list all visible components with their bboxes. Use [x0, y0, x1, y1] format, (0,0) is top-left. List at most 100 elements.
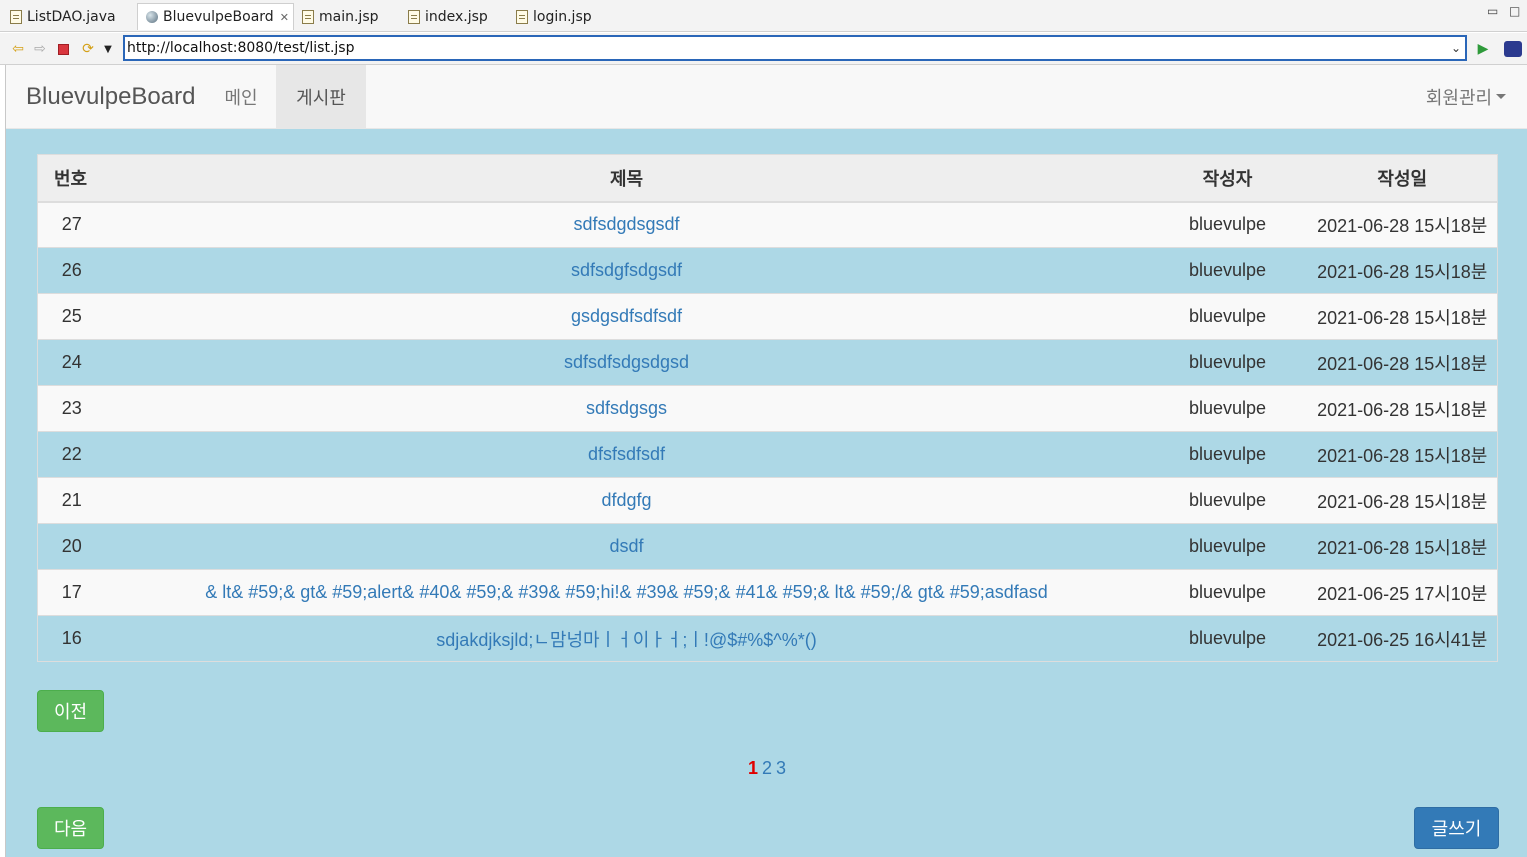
post-title-link[interactable]: dsdf	[609, 536, 643, 556]
table-row: 25 gsdgsdfsdfsdf bluevulpe 2021-06-28 15…	[37, 293, 1498, 340]
url-bar[interactable]: ⌄	[123, 35, 1467, 61]
globe-icon	[146, 11, 158, 23]
table-header-row: 번호 제목 작성자 작성일	[37, 154, 1498, 203]
post-title-link[interactable]: sdjakdjksjld;ㄴ맘넝마ㅣㅓ이ㅏㅓ;ㅣ!@$#%$^%*()	[436, 630, 816, 650]
post-title-link[interactable]: sdfsdgdsgsdf	[573, 214, 679, 234]
navbar-brand[interactable]: BluevulpeBoard	[26, 83, 195, 111]
cell-date: 2021-06-25 16시41분	[1307, 615, 1498, 662]
table-row: 20 dsdf bluevulpe 2021-06-28 15시18분	[37, 523, 1498, 570]
cell-date: 2021-06-28 15시18분	[1307, 293, 1498, 340]
col-header-no: 번호	[37, 154, 106, 203]
cell-title: & lt& #59;& gt& #59;alert& #40& #59;& #3…	[105, 569, 1148, 616]
table-row: 24 sdfsdfsdgsdgsd bluevulpe 2021-06-28 1…	[37, 339, 1498, 386]
tab-login-jsp[interactable]: login.jsp	[508, 3, 618, 30]
tab-listdao-java[interactable]: ListDAO.java	[2, 3, 136, 30]
cell-no: 20	[37, 523, 106, 570]
jsp-file-icon	[408, 9, 420, 24]
cell-no: 23	[37, 385, 106, 432]
member-menu-dropdown[interactable]: 회원관리	[1414, 65, 1518, 128]
cell-date: 2021-06-28 15시18분	[1307, 477, 1498, 524]
post-title-link[interactable]: gsdgsdfsdfsdf	[571, 306, 682, 326]
tab-bluevulpeboard[interactable]: BluevulpeBoard ✕	[137, 3, 294, 30]
post-title-link[interactable]: sdfsdfsdgsdgsd	[564, 352, 689, 372]
cell-date: 2021-06-28 15시18분	[1307, 339, 1498, 386]
post-title-link[interactable]: dfsfsdfsdf	[588, 444, 665, 464]
cell-title: sdfsdgfsdgsdf	[105, 247, 1148, 294]
cell-title: dsdf	[105, 523, 1148, 570]
tab-index-jsp[interactable]: index.jsp	[400, 3, 508, 30]
table-row: 23 sdfsdgsgs bluevulpe 2021-06-28 15시18분	[37, 385, 1498, 432]
cell-author: bluevulpe	[1147, 431, 1308, 478]
cell-no: 25	[37, 293, 106, 340]
url-input[interactable]	[125, 37, 1447, 59]
cell-no: 17	[37, 569, 106, 616]
refresh-icon[interactable]: ⟳	[78, 39, 98, 59]
table-row: 27 sdfsdgdsgsdf bluevulpe 2021-06-28 15시…	[37, 201, 1498, 248]
cell-title: sdfsdfsdgsdgsd	[105, 339, 1148, 386]
table-row: 17 & lt& #59;& gt& #59;alert& #40& #59;&…	[37, 569, 1498, 616]
page-link-2[interactable]: 2	[762, 758, 772, 779]
go-icon[interactable]: ▶	[1473, 39, 1493, 59]
nav-link-main[interactable]: 메인	[207, 65, 275, 128]
cell-no: 24	[37, 339, 106, 386]
cell-author: bluevulpe	[1147, 385, 1308, 432]
cell-no: 22	[37, 431, 106, 478]
cell-no: 27	[37, 201, 106, 248]
tab-label: login.jsp	[533, 8, 592, 25]
prev-button[interactable]: 이전	[37, 690, 104, 732]
tab-label: ListDAO.java	[27, 8, 116, 25]
cell-date: 2021-06-28 15시18분	[1307, 385, 1498, 432]
page-link-3[interactable]: 3	[776, 758, 786, 779]
cell-date: 2021-06-28 15시18분	[1307, 247, 1498, 294]
post-title-link[interactable]: sdfsdgfsdgsdf	[571, 260, 682, 280]
minimize-icon[interactable]: ▭	[1487, 4, 1498, 18]
cell-title: sdjakdjksjld;ㄴ맘넝마ㅣㅓ이ㅏㅓ;ㅣ!@$#%$^%*()	[105, 615, 1148, 662]
java-file-icon	[10, 9, 22, 24]
cell-date: 2021-06-28 15시18분	[1307, 523, 1498, 570]
maximize-icon[interactable]: □	[1509, 4, 1520, 18]
cell-author: bluevulpe	[1147, 615, 1308, 662]
cell-author: bluevulpe	[1147, 523, 1308, 570]
post-title-link[interactable]: dfdgfg	[601, 490, 651, 510]
cell-author: bluevulpe	[1147, 293, 1308, 340]
table-row: 16 sdjakdjksjld;ㄴ맘넝마ㅣㅓ이ㅏㅓ;ㅣ!@$#%$^%*() b…	[37, 615, 1498, 662]
cell-no: 21	[37, 477, 106, 524]
browser-toolbar: ⇦ ⇨ ⟳ ▼ ⌄ ▶	[0, 33, 1527, 65]
cell-no: 26	[37, 247, 106, 294]
tab-label: BluevulpeBoard	[163, 9, 274, 25]
cell-title: sdfsdgdsgsdf	[105, 201, 1148, 248]
forward-icon[interactable]: ⇨	[30, 39, 50, 59]
cell-author: bluevulpe	[1147, 201, 1308, 248]
nav-link-board[interactable]: 게시판	[276, 65, 366, 128]
navbar: BluevulpeBoard 메인 게시판 회원관리	[6, 65, 1527, 129]
next-button[interactable]: 다음	[37, 807, 104, 849]
current-page: 1	[748, 758, 759, 778]
col-header-author: 작성자	[1147, 154, 1308, 203]
eclipse-icon[interactable]	[1503, 39, 1523, 59]
col-header-title: 제목	[105, 154, 1148, 203]
cell-title: gsdgsdfsdfsdf	[105, 293, 1148, 340]
cell-author: bluevulpe	[1147, 339, 1308, 386]
tab-main-jsp[interactable]: main.jsp	[294, 3, 400, 30]
back-icon[interactable]: ⇦	[8, 39, 28, 59]
cell-author: bluevulpe	[1147, 247, 1308, 294]
pagination: 1 2 3	[748, 758, 786, 779]
tab-label: main.jsp	[319, 8, 379, 25]
col-header-date: 작성일	[1307, 154, 1498, 203]
member-menu-label: 회원관리	[1425, 87, 1493, 108]
post-title-link[interactable]: sdfsdgsgs	[586, 398, 667, 418]
close-icon[interactable]: ✕	[280, 11, 289, 24]
table-row: 21 dfdgfg bluevulpe 2021-06-28 15시18분	[37, 477, 1498, 524]
table-row: 22 dfsfsdfsdf bluevulpe 2021-06-28 15시18…	[37, 431, 1498, 478]
post-title-link[interactable]: & lt& #59;& gt& #59;alert& #40& #59;& #3…	[205, 582, 1048, 602]
write-button[interactable]: 글쓰기	[1414, 807, 1499, 849]
cell-no: 16	[37, 615, 106, 662]
chevron-down-icon[interactable]: ⌄	[1447, 41, 1465, 55]
menu-dropdown-icon[interactable]: ▼	[98, 39, 118, 59]
stop-icon[interactable]	[53, 39, 73, 59]
web-page: BluevulpeBoard 메인 게시판 회원관리 번호 제목 작성자 작성일…	[5, 65, 1527, 857]
tab-label: index.jsp	[425, 8, 488, 25]
table-row: 26 sdfsdgfsdgsdf bluevulpe 2021-06-28 15…	[37, 247, 1498, 294]
cell-title: dfdgfg	[105, 477, 1148, 524]
cell-author: bluevulpe	[1147, 477, 1308, 524]
